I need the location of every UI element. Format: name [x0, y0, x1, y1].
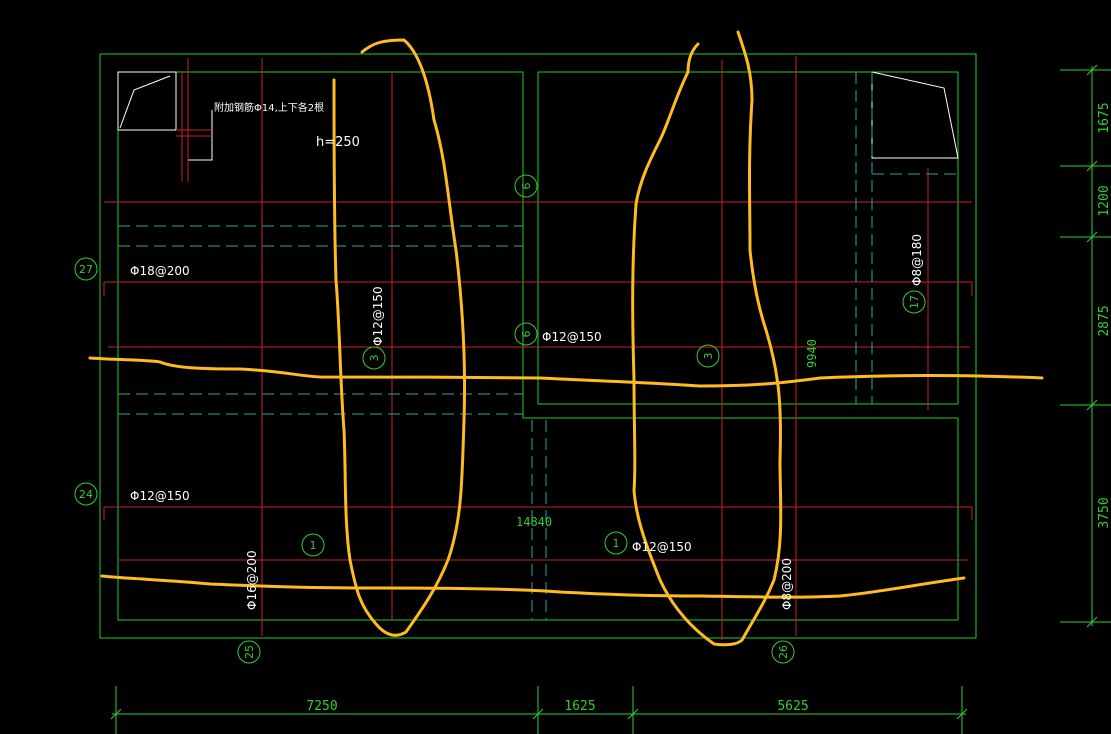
- dim-right-4: 3750: [1097, 497, 1111, 528]
- bubble-1-left: 1: [310, 539, 317, 552]
- bubble-1-right: 1: [613, 537, 620, 550]
- bubble-3-right: 3: [702, 353, 715, 360]
- opening-top-left: [117, 71, 177, 131]
- dim-right-1: 1675: [1097, 102, 1111, 133]
- bubble-labels: 27 24 25 26 6 6 3 3 17 1 1: [79, 183, 921, 660]
- bubble-27: 27: [79, 263, 93, 276]
- leader-line: [188, 110, 213, 161]
- bubble-3-left: 3: [368, 355, 381, 362]
- dim-right-2: 1200: [1097, 185, 1111, 216]
- right-dimension-chain: [1060, 64, 1111, 628]
- bubble-24: 24: [79, 488, 93, 501]
- bubble-6-lower: 6: [520, 331, 533, 338]
- bottom-dimension-chain: [110, 686, 968, 734]
- dim-bottom-1: 7250: [306, 699, 337, 714]
- markup-horizontal-upper: [88, 356, 1044, 388]
- rebar-annotations: 附加钢筋Φ14,上下各2根 h=250 Φ18@200 Φ12@150 Φ12@…: [130, 101, 924, 610]
- rebar-phi12-150-left-bottom: Φ12@150: [130, 489, 190, 503]
- slab-inner-boundary-right: [537, 71, 959, 405]
- markup-loop-left: [332, 38, 467, 637]
- bubble-26: 26: [777, 645, 790, 659]
- dim-bottom-3: 5625: [777, 699, 808, 714]
- rebar-phi12-150-middle: Φ12@150: [542, 330, 602, 344]
- rebar-phi16-200: Φ16@200: [245, 550, 259, 610]
- rebar-phi8-180: Φ8@180: [910, 234, 924, 286]
- bubble-25: 25: [243, 645, 256, 659]
- bubble-6-upper: 6: [520, 183, 533, 190]
- opening-top-left-shape: [119, 75, 171, 129]
- rebar-phi12-150-bottom-right: Φ12@150: [632, 540, 692, 554]
- bottom-dimension-values: 7250 1625 5625: [306, 699, 808, 714]
- rebar-phi8-200: Φ8@200: [780, 558, 794, 610]
- dim-right-3: 2875: [1097, 305, 1111, 336]
- markup-horizontal-lower: [100, 574, 966, 599]
- slab-outlines: [99, 53, 977, 639]
- rebar-phi18-200: Φ18@200: [130, 264, 190, 278]
- dim-bottom-2: 1625: [564, 699, 595, 714]
- length-9940: 9940: [805, 339, 819, 368]
- opening-top-right-shape: [871, 71, 959, 159]
- note-additional-rebar: 附加钢筋Φ14,上下各2根: [214, 101, 324, 114]
- bubble-17: 17: [908, 295, 921, 309]
- rebar-phi12-150-vertical-left: Φ12@150: [371, 286, 385, 346]
- length-14840: 14840: [516, 515, 552, 529]
- cad-drawing-canvas[interactable]: 27 24 25 26 6 6 3 3 17 1 1 附加钢筋Φ14,上下各2根…: [0, 0, 1111, 734]
- slab-thickness: h=250: [316, 135, 360, 150]
